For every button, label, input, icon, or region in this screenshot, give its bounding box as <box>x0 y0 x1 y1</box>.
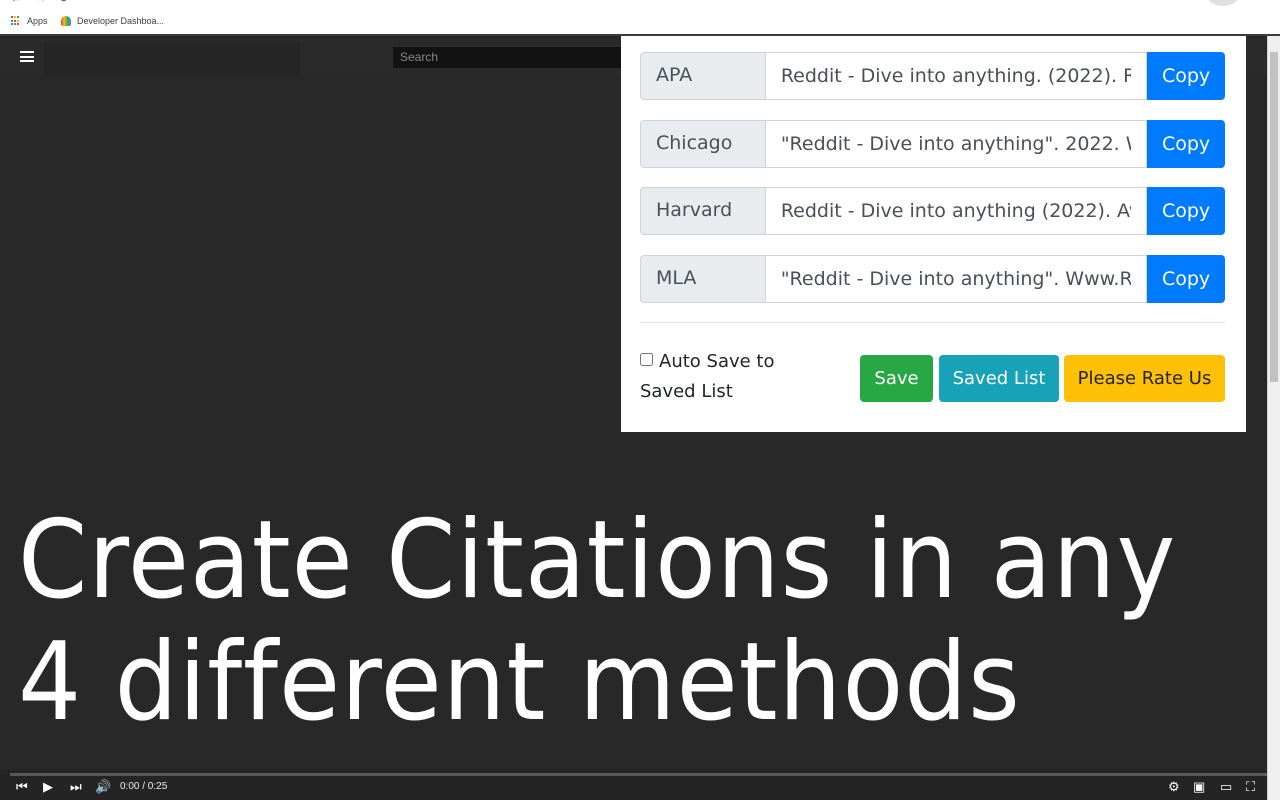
video-caption: Create Citations in any 4 different meth… <box>18 500 1176 744</box>
bookmark-label: Developer Dashboa... <box>77 16 165 26</box>
back-icon[interactable]: ← <box>10 0 23 5</box>
previous-icon[interactable]: ⏮ <box>16 780 28 794</box>
browser-toolbar: ← → ↻ youtube.com/ ☆ ⋮ Apps Developer Da… <box>0 0 1280 36</box>
citation-row-mla: MLA Copy <box>640 255 1225 303</box>
citation-text-field[interactable] <box>764 52 1148 100</box>
play-icon[interactable]: ▶ <box>43 780 53 794</box>
citation-text-field[interactable] <box>764 255 1148 303</box>
bookmark-label: Apps <box>27 16 48 26</box>
auto-save-option[interactable]: Auto Save to Saved List <box>640 347 810 407</box>
theater-mode-icon[interactable]: ▭ <box>1220 780 1232 794</box>
auto-save-checkbox[interactable] <box>640 353 653 366</box>
reload-icon[interactable]: ↻ <box>58 0 69 6</box>
progress-bar[interactable] <box>10 773 1267 776</box>
page-scrollbar[interactable] <box>1267 36 1280 800</box>
citation-row-harvard: Harvard Copy <box>640 187 1225 235</box>
copy-button[interactable]: Copy <box>1147 255 1225 303</box>
bookmarks-bar: Apps Developer Dashboa... <box>0 14 1280 32</box>
bookmark-developer-dashboard[interactable]: Developer Dashboa... <box>61 16 164 26</box>
time-display: 0:00 / 0:25 <box>120 781 168 792</box>
copy-button[interactable]: Copy <box>1147 187 1225 235</box>
apps-grid-icon <box>11 16 21 26</box>
video-caption-line1: Create Citations in any <box>18 498 1177 623</box>
citation-text-field[interactable] <box>764 120 1148 168</box>
bookmark-apps[interactable]: Apps <box>11 16 48 26</box>
scrollbar-thumb[interactable] <box>1270 52 1278 382</box>
settings-gear-icon[interactable]: ⚙ <box>1168 780 1180 794</box>
citation-style-label: Chicago <box>640 120 765 168</box>
citation-style-label: Harvard <box>640 187 765 235</box>
volume-icon[interactable]: 🔊 <box>95 780 111 794</box>
citation-style-label: APA <box>640 52 765 100</box>
miniplayer-icon[interactable]: ▣ <box>1193 780 1205 794</box>
citation-popup: APA Copy Chicago Copy Harvard Copy MLA C… <box>621 36 1246 432</box>
video-caption-line2: 4 different methods <box>18 620 1021 745</box>
citation-extension-icon[interactable] <box>1206 0 1240 6</box>
hamburger-menu-icon[interactable] <box>20 51 34 62</box>
youtube-logo-area[interactable] <box>44 42 300 76</box>
citation-row-apa: APA Copy <box>640 52 1225 100</box>
fullscreen-icon[interactable]: ⛶ <box>1246 780 1255 794</box>
auto-save-label: Auto Save to Saved List <box>640 351 775 402</box>
citation-row-chicago: Chicago Copy <box>640 120 1225 168</box>
saved-list-button[interactable]: Saved List <box>939 355 1059 402</box>
rate-us-button[interactable]: Please Rate Us <box>1064 355 1225 402</box>
copy-button[interactable]: Copy <box>1147 120 1225 168</box>
citation-style-label: MLA <box>640 255 765 303</box>
copy-button[interactable]: Copy <box>1147 52 1225 100</box>
player-controls: ⏮ ▶ ⏭ 🔊 0:00 / 0:25 ⚙ ▣ ▭ ⛶ <box>0 770 1267 800</box>
developer-dashboard-icon <box>61 16 71 26</box>
forward-icon[interactable]: → <box>34 0 47 5</box>
youtube-search-input[interactable]: Search <box>393 47 633 68</box>
nav-row: ← → ↻ youtube.com/ ☆ ⋮ <box>0 0 1280 10</box>
next-icon[interactable]: ⏭ <box>70 780 82 794</box>
citation-text-field[interactable] <box>764 187 1148 235</box>
save-button[interactable]: Save <box>860 355 933 402</box>
divider <box>640 322 1225 323</box>
